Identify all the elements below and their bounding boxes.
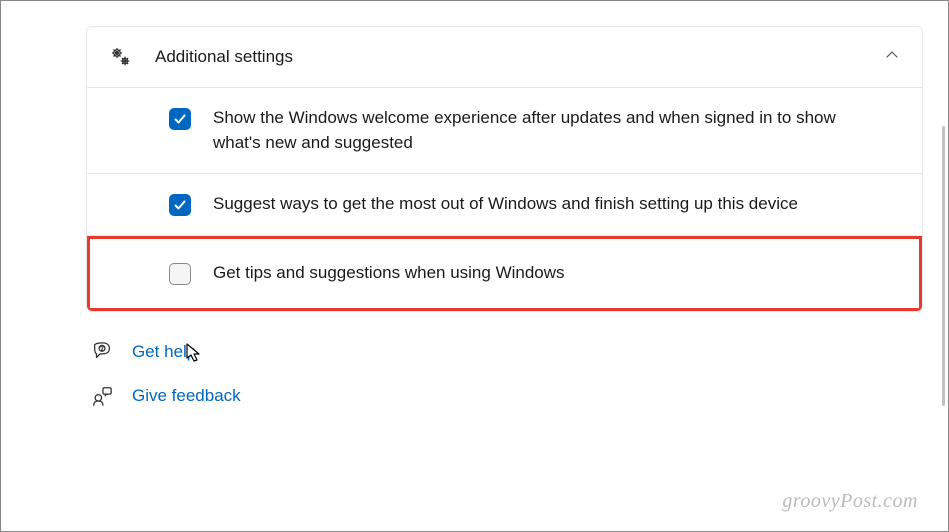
option-label: Show the Windows welcome experience afte… [213, 106, 874, 155]
footer-links: Get help Give feedback [86, 312, 923, 408]
option-label: Suggest ways to get the most out of Wind… [213, 192, 798, 217]
help-link-row: Get help [90, 340, 923, 364]
panel-header[interactable]: Additional settings [87, 27, 922, 88]
option-row-suggest-ways[interactable]: Suggest ways to get the most out of Wind… [87, 174, 922, 236]
scrollbar[interactable] [939, 26, 945, 496]
watermark: groovyPost.com [782, 490, 918, 513]
scrollbar-thumb[interactable] [942, 126, 945, 406]
panel-title: Additional settings [155, 47, 884, 67]
get-help-link[interactable]: Get help [132, 342, 196, 362]
help-icon [90, 340, 114, 364]
give-feedback-link[interactable]: Give feedback [132, 386, 241, 406]
checkbox-tips-suggestions[interactable] [169, 263, 191, 285]
checkbox-welcome-experience[interactable] [169, 108, 191, 130]
feedback-icon [90, 384, 114, 408]
option-label: Get tips and suggestions when using Wind… [213, 261, 565, 286]
chevron-up-icon [884, 47, 900, 68]
feedback-link-row: Give feedback [90, 384, 923, 408]
option-row-tips-suggestions[interactable]: Get tips and suggestions when using Wind… [87, 236, 922, 311]
settings-gears-icon [109, 45, 139, 69]
option-row-welcome-experience[interactable]: Show the Windows welcome experience afte… [87, 88, 922, 174]
additional-settings-panel: Additional settings Show the Windows wel… [86, 26, 923, 312]
checkbox-suggest-ways[interactable] [169, 194, 191, 216]
